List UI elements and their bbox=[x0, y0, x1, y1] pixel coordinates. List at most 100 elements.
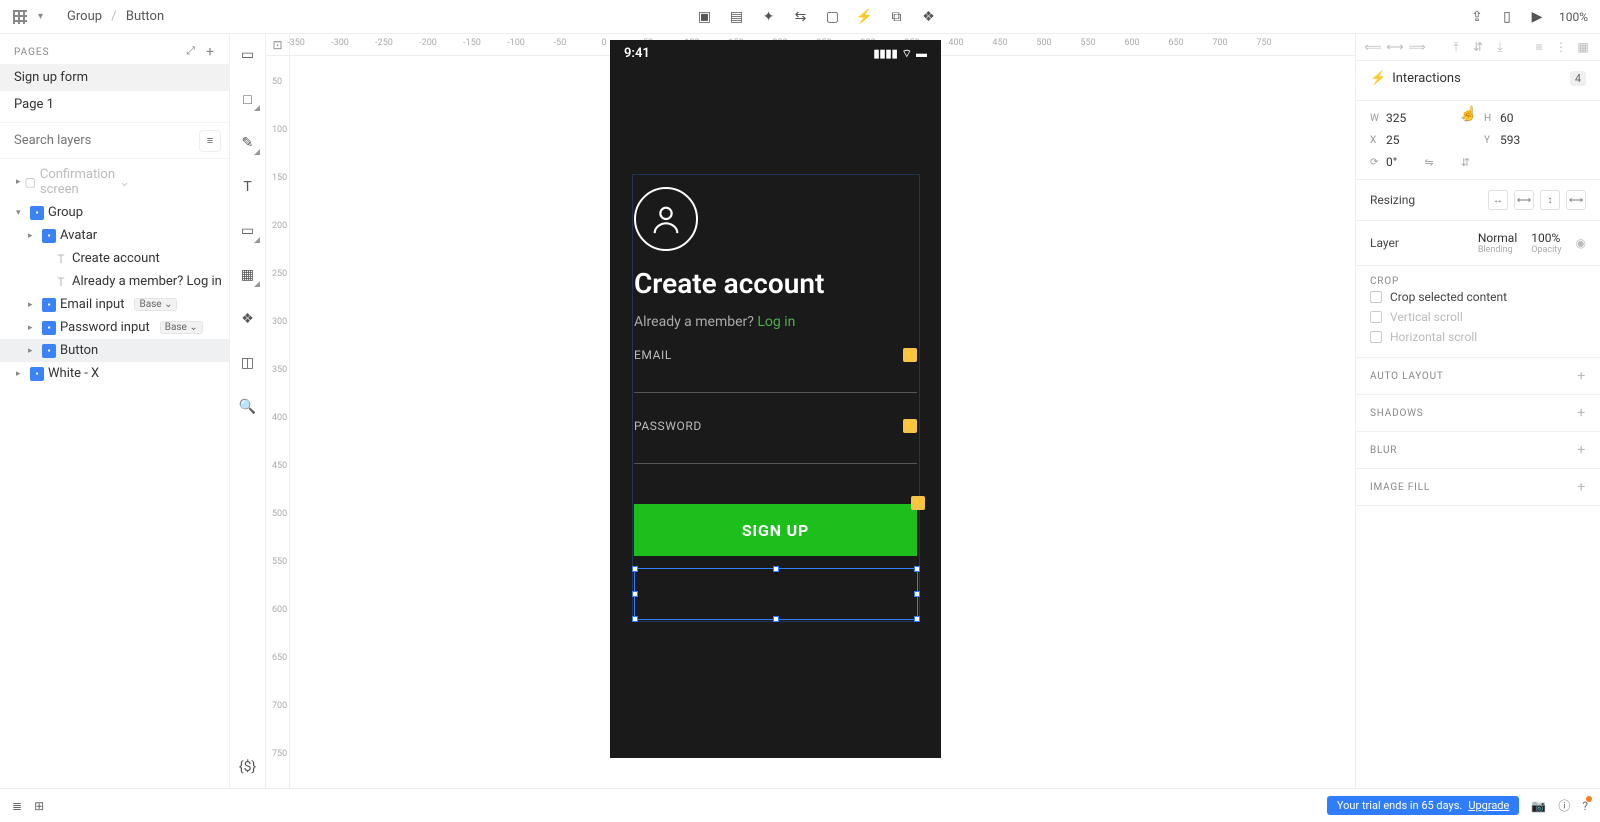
y-field[interactable]: Y593 bbox=[1484, 133, 1584, 147]
interaction-badge-icon[interactable]: ⚡ bbox=[911, 496, 925, 510]
page-item[interactable]: Sign up form bbox=[0, 64, 229, 91]
adjust-icon[interactable]: ⇆ bbox=[793, 9, 809, 25]
camera-icon[interactable]: 📷 bbox=[1531, 799, 1546, 813]
interaction-badge-icon[interactable]: ⚡ bbox=[903, 348, 917, 362]
breadcrumb-parent[interactable]: Group bbox=[67, 9, 102, 24]
upgrade-link[interactable]: Upgrade bbox=[1468, 799, 1509, 812]
resize-h-fixed-btn[interactable]: ⟷ bbox=[1514, 190, 1534, 210]
help-icon[interactable]: ⓘ bbox=[1558, 797, 1570, 814]
align-middle-icon[interactable]: ⇵ bbox=[1471, 40, 1485, 54]
search-input[interactable] bbox=[8, 125, 199, 156]
height-field[interactable]: H60 bbox=[1484, 111, 1584, 125]
layer-row-selected[interactable]: ▸▪ Button bbox=[0, 339, 229, 362]
align-center-icon[interactable]: ⟷ bbox=[1388, 40, 1402, 54]
add-blur-icon[interactable]: + bbox=[1577, 442, 1586, 458]
variables-tool-icon[interactable]: {$} bbox=[237, 756, 259, 778]
move-tool-icon[interactable]: ▭ bbox=[237, 44, 259, 66]
layer-row[interactable]: T Already a member? Log in bbox=[0, 270, 229, 293]
add-page-icon[interactable]: + bbox=[206, 44, 215, 60]
breadcrumb: Group / Button bbox=[67, 9, 164, 24]
member-text: Already a member? Log in bbox=[610, 300, 941, 348]
interaction-badge-icon[interactable]: ⚡ bbox=[903, 419, 917, 433]
components-icon[interactable]: ❖ bbox=[921, 9, 937, 25]
add-autolayout-icon[interactable]: + bbox=[1577, 368, 1586, 384]
component-tool-icon[interactable]: ❖ bbox=[237, 308, 259, 330]
email-label: EMAIL ⚡ bbox=[610, 348, 941, 362]
layers-panel-icon[interactable]: ≣ bbox=[12, 799, 22, 813]
distribute-v-icon[interactable]: ⋮ bbox=[1554, 40, 1568, 54]
email-input-line[interactable] bbox=[634, 392, 917, 393]
text-tool-icon[interactable]: T bbox=[237, 176, 259, 198]
x-field[interactable]: X25 bbox=[1370, 133, 1470, 147]
play-icon[interactable]: ▶ bbox=[1529, 9, 1545, 25]
distribute-h-icon[interactable]: ≡ bbox=[1532, 40, 1546, 54]
trial-banner: Your trial ends in 65 days. Upgrade bbox=[1327, 796, 1519, 815]
layers-tree: ▸▢ Confirmation screen ⌄ ▾▪ Group ▸▪ Ava… bbox=[0, 159, 229, 788]
bolt-icon[interactable]: ⚡ bbox=[857, 9, 873, 25]
align-left-icon[interactable]: ⟸ bbox=[1366, 40, 1380, 54]
wifi-icon: ⌔ bbox=[902, 47, 912, 61]
pen-tool-icon[interactable]: ✎ bbox=[237, 132, 259, 154]
crop-option[interactable]: Crop selected content bbox=[1370, 287, 1586, 307]
align-top-icon[interactable]: ⤒ bbox=[1449, 40, 1463, 54]
folder-icon[interactable]: ▣ bbox=[697, 9, 713, 25]
battery-icon: ▬ bbox=[916, 47, 927, 60]
toolstrip: ▭ □ ✎ T ▭ ▦ ❖ ◫ 🔍 {$} bbox=[230, 34, 266, 788]
zoom-level[interactable]: 100% bbox=[1559, 10, 1588, 24]
breadcrumb-current[interactable]: Button bbox=[126, 9, 164, 24]
resize-h-btn[interactable]: ↔ bbox=[1488, 190, 1508, 210]
crop-title: CROP bbox=[1370, 276, 1586, 287]
page-item[interactable]: Page 1 bbox=[0, 91, 229, 118]
crop-option[interactable]: Vertical scroll bbox=[1370, 307, 1586, 327]
export-icon[interactable]: ⇪ bbox=[1469, 9, 1485, 25]
flip-h-icon: ⇋ bbox=[1424, 156, 1433, 169]
signup-button[interactable]: SIGN UP ⚡ bbox=[634, 504, 917, 556]
status-time: 9:41 bbox=[624, 46, 650, 61]
copy-icon[interactable]: ⧉ bbox=[889, 9, 905, 25]
tidy-icon[interactable]: ▦ bbox=[1576, 40, 1590, 54]
status-bar: 9:41 ▮▮▮▮ ⌔ ▬ bbox=[610, 40, 941, 67]
password-label: PASSWORD ⚡ bbox=[610, 419, 941, 433]
slice-tool-icon[interactable]: ◫ bbox=[237, 352, 259, 374]
resize-v-fixed-btn[interactable]: ⟷ bbox=[1566, 190, 1586, 210]
interactions-header[interactable]: ⚡Interactions 4 bbox=[1370, 71, 1586, 86]
imagefill-label: IMAGE FILL bbox=[1370, 482, 1430, 493]
resize-v-btn[interactable]: ↕ bbox=[1540, 190, 1560, 210]
login-link[interactable]: Log in bbox=[757, 314, 795, 330]
layer-row[interactable]: ▸▪ White - X bbox=[0, 362, 229, 385]
layer-row[interactable]: ▾▪ Group bbox=[0, 201, 229, 224]
frame-icon[interactable]: ▢ bbox=[825, 9, 841, 25]
add-shadow-icon[interactable]: + bbox=[1577, 405, 1586, 421]
image-tool-icon[interactable]: ▦ bbox=[237, 264, 259, 286]
device-icon[interactable]: ▯ bbox=[1499, 9, 1515, 25]
chevron-down-icon[interactable]: ▾ bbox=[38, 11, 43, 22]
pages-label: PAGES bbox=[14, 47, 50, 58]
blend-mode-select[interactable]: Normal bbox=[1478, 231, 1517, 245]
password-input-line[interactable] bbox=[634, 463, 917, 464]
grid-panel-icon[interactable]: ⊞ bbox=[34, 799, 44, 813]
add-imagefill-icon[interactable]: + bbox=[1577, 479, 1586, 495]
search-tool-icon[interactable]: 🔍 bbox=[237, 396, 259, 418]
width-field[interactable]: W325⟲ bbox=[1370, 111, 1470, 125]
collapse-icon[interactable]: ⤢ bbox=[186, 44, 196, 60]
artboard[interactable]: 9:41 ▮▮▮▮ ⌔ ▬ Create account Already a m… bbox=[610, 40, 941, 758]
align-right-icon[interactable]: ⟹ bbox=[1410, 40, 1424, 54]
layer-row[interactable]: ▸▪ Password input Base ⌄ bbox=[0, 316, 229, 339]
app-menu-icon[interactable] bbox=[12, 9, 28, 25]
layer-row[interactable]: ▸▪ Avatar bbox=[0, 224, 229, 247]
frame-tool-icon[interactable]: ▭ bbox=[237, 220, 259, 242]
notifications-icon[interactable]: ? bbox=[1582, 799, 1588, 813]
rotation-field[interactable]: ⟳0°⇋⇵ bbox=[1370, 155, 1470, 169]
layer-row[interactable]: ▸▪ Email input Base ⌄ bbox=[0, 293, 229, 316]
layer-row[interactable]: T Create account bbox=[0, 247, 229, 270]
filter-icon[interactable]: ≡ bbox=[199, 130, 221, 152]
library-icon[interactable]: ▤ bbox=[729, 9, 745, 25]
align-bottom-icon[interactable]: ⤓ bbox=[1493, 40, 1507, 54]
canvas[interactable]: ⊡ -350-300-250-200-150-100-5005010015020… bbox=[266, 34, 1355, 788]
plugin-icon[interactable]: ✦ bbox=[761, 9, 777, 25]
visibility-icon[interactable]: ◉ bbox=[1576, 236, 1586, 250]
opacity-field[interactable]: 100% bbox=[1531, 231, 1561, 245]
crop-option[interactable]: Horizontal scroll bbox=[1370, 327, 1586, 347]
layer-row[interactable]: ▸▢ Confirmation screen ⌄ bbox=[0, 163, 100, 201]
rect-tool-icon[interactable]: □ bbox=[237, 88, 259, 110]
